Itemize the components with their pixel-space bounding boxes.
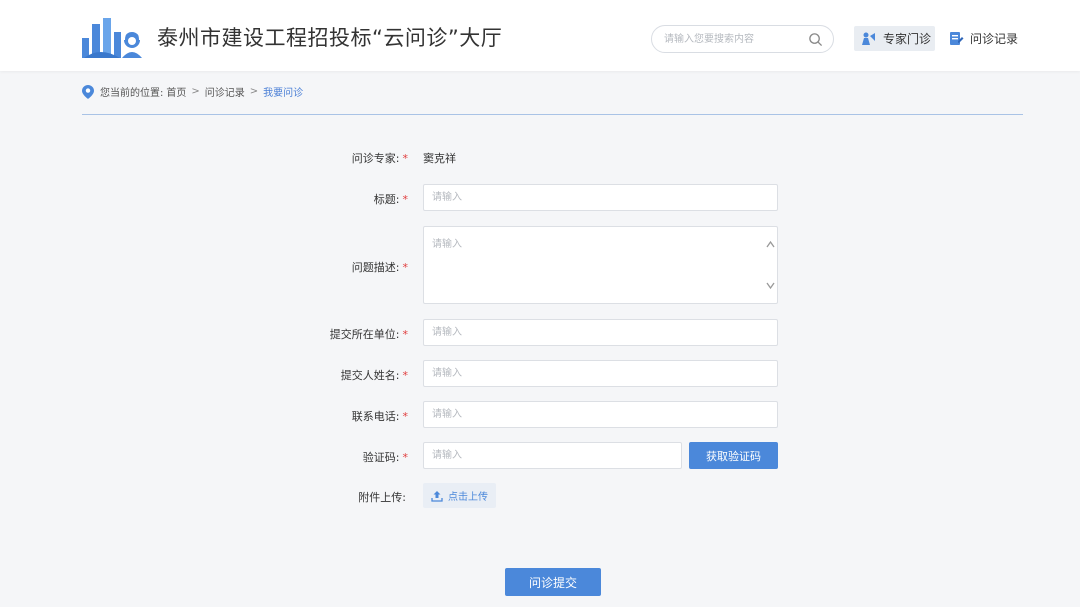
breadcrumb-prefix: 您当前的位置:: [100, 88, 164, 99]
title-input[interactable]: [423, 184, 778, 211]
search-box: [651, 25, 834, 53]
expert-value: 窦克祥: [423, 152, 456, 165]
code-input[interactable]: [423, 442, 682, 469]
upload-icon: [431, 490, 443, 502]
site-title: 泰州市建设工程招投标“云问诊”大厅: [157, 26, 503, 50]
name-label: 提交人姓名: *: [340, 369, 408, 382]
search-icon[interactable]: [808, 32, 823, 47]
chevron-down-icon: [766, 282, 775, 290]
expert-icon: [862, 32, 875, 45]
expert-label: 问诊专家: *: [351, 152, 408, 165]
get-code-button[interactable]: 获取验证码: [689, 442, 778, 469]
title-label: 标题: *: [373, 193, 408, 206]
record-icon: [950, 31, 964, 45]
nav-consult-record[interactable]: 问诊记录: [948, 26, 1018, 51]
nav-record-label: 问诊记录: [970, 32, 1019, 46]
upload-button[interactable]: 点击上传: [423, 483, 496, 508]
chevron-up-icon: [766, 240, 775, 248]
header: 泰州市建设工程招投标“云问诊”大厅 专家门诊 问诊记录: [0, 0, 1080, 71]
breadcrumb-divider: [82, 114, 1023, 115]
name-input[interactable]: [423, 360, 778, 387]
phone-label: 联系电话: *: [351, 410, 408, 423]
phone-input[interactable]: [423, 401, 778, 428]
breadcrumb-current: 我要问诊: [263, 88, 304, 99]
textarea-scrollbar[interactable]: [764, 227, 777, 303]
breadcrumb-home[interactable]: 首页: [166, 84, 186, 99]
breadcrumb-separator: >: [249, 86, 259, 97]
unit-input[interactable]: [423, 319, 778, 346]
nav-expert-label: 专家门诊: [883, 32, 932, 46]
breadcrumb: 您当前的位置: 首页 > 问诊记录 > 我要问诊: [82, 84, 303, 99]
logo-icon: [82, 18, 142, 58]
unit-label: 提交所在单位: *: [329, 328, 408, 341]
description-textarea[interactable]: [423, 226, 778, 304]
breadcrumb-separator: >: [191, 86, 200, 97]
breadcrumb-consult-record[interactable]: 问诊记录: [205, 84, 245, 99]
search-input[interactable]: [664, 30, 804, 48]
upload-button-label: 点击上传: [448, 492, 488, 503]
description-label: 问题描述: *: [351, 261, 408, 274]
nav-expert-clinic[interactable]: 专家门诊: [854, 26, 935, 51]
submit-consult-button[interactable]: 问诊提交: [505, 568, 601, 596]
attachment-label: 附件上传:: [358, 491, 406, 504]
location-pin-icon: [82, 84, 94, 99]
code-label: 验证码: *: [362, 451, 408, 464]
